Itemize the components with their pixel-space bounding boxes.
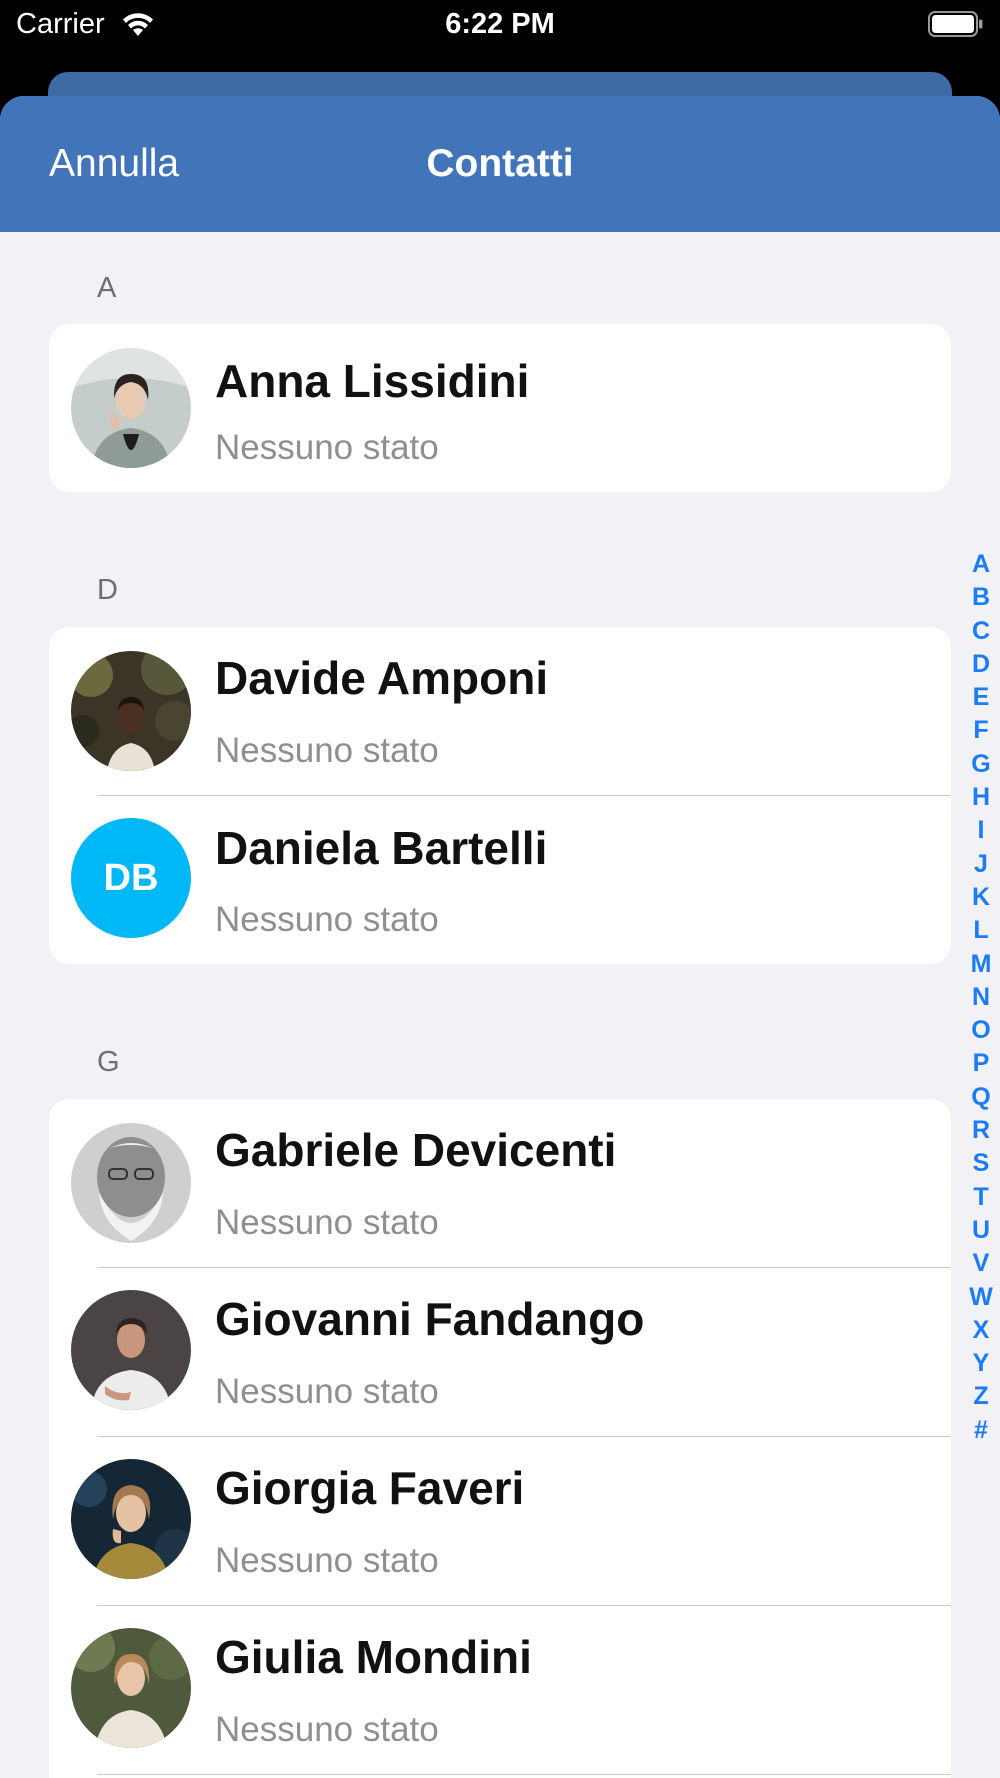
avatar xyxy=(71,348,191,468)
clock: 6:22 PM xyxy=(445,8,555,40)
contact-name: Anna Lissidini xyxy=(215,355,530,407)
index-letter[interactable]: V xyxy=(962,1247,1000,1280)
index-letter[interactable]: K xyxy=(962,881,1000,914)
navigation-bar: Annulla Contatti xyxy=(0,96,1000,232)
contact-name: Giulia Mondini xyxy=(215,1631,532,1683)
section-index[interactable]: A B C D E F G H I J K L M N O P Q R S T U V W X Y Z # xyxy=(962,548,1000,1447)
avatar xyxy=(71,1123,191,1243)
page-title: Contatti xyxy=(426,142,574,185)
contacts-sheet: Annulla Contatti A Anna Lissidini Nessun… xyxy=(0,96,1000,1778)
avatar xyxy=(71,1628,191,1748)
section-card-a: Anna Lissidini Nessuno stato xyxy=(49,324,951,492)
index-letter[interactable]: Z xyxy=(962,1380,1000,1413)
index-letter[interactable]: # xyxy=(962,1414,1000,1447)
index-letter[interactable]: H xyxy=(962,781,1000,814)
index-letter[interactable]: W xyxy=(962,1281,1000,1314)
contact-status: Nessuno stato xyxy=(215,1710,439,1749)
contact-row[interactable]: Davide Amponi Nessuno stato xyxy=(49,627,951,795)
contact-row[interactable]: Gabriele Devicenti Nessuno stato xyxy=(49,1099,951,1267)
section-header-a: A xyxy=(97,272,117,304)
contact-name: Gabriele Devicenti xyxy=(215,1124,617,1176)
index-letter[interactable]: O xyxy=(962,1014,1000,1047)
index-letter[interactable]: L xyxy=(962,914,1000,947)
contact-name: Davide Amponi xyxy=(215,652,549,704)
index-letter[interactable]: B xyxy=(962,581,1000,614)
contact-name: Daniela Bartelli xyxy=(215,822,548,874)
contact-status: Nessuno stato xyxy=(215,1541,439,1580)
section-card-g: Gabriele Devicenti Nessuno stato Giovann… xyxy=(49,1099,951,1778)
index-letter[interactable]: Y xyxy=(962,1347,1000,1380)
index-letter[interactable]: A xyxy=(962,548,1000,581)
index-letter[interactable]: Q xyxy=(962,1081,1000,1114)
avatar xyxy=(71,651,191,771)
status-bar: Carrier 6:22 PM xyxy=(0,0,1000,60)
contact-row[interactable]: Anna Lissidini Nessuno stato xyxy=(49,324,951,492)
avatar xyxy=(71,1459,191,1579)
contact-name: Giovanni Fandango xyxy=(215,1293,645,1345)
index-letter[interactable]: J xyxy=(962,848,1000,881)
index-letter[interactable]: E xyxy=(962,681,1000,714)
contact-row[interactable]: Giovanni Fandango Nessuno stato xyxy=(49,1268,951,1436)
contact-row[interactable]: DB Daniela Bartelli Nessuno stato xyxy=(49,796,951,964)
index-letter[interactable]: D xyxy=(962,648,1000,681)
row-separator xyxy=(97,1774,951,1775)
section-header-d: D xyxy=(97,574,118,606)
index-letter[interactable]: F xyxy=(962,714,1000,747)
index-letter[interactable]: R xyxy=(962,1114,1000,1147)
contact-status: Nessuno stato xyxy=(215,1203,439,1242)
contact-status: Nessuno stato xyxy=(215,731,439,770)
avatar-initials: DB xyxy=(71,818,191,938)
contact-status: Nessuno stato xyxy=(215,900,439,939)
section-card-d: Davide Amponi Nessuno stato DB Daniela B… xyxy=(49,627,951,964)
index-letter[interactable]: G xyxy=(962,748,1000,781)
avatar xyxy=(71,1290,191,1410)
index-letter[interactable]: T xyxy=(962,1181,1000,1214)
index-letter[interactable]: M xyxy=(962,948,1000,981)
index-letter[interactable]: N xyxy=(962,981,1000,1014)
contact-status: Nessuno stato xyxy=(215,428,439,467)
index-letter[interactable]: P xyxy=(962,1047,1000,1080)
contact-status: Nessuno stato xyxy=(215,1372,439,1411)
contact-row[interactable]: Giorgia Faveri Nessuno stato xyxy=(49,1437,951,1605)
section-header-g: G xyxy=(97,1046,120,1078)
battery-icon xyxy=(928,11,984,37)
index-letter[interactable]: C xyxy=(962,615,1000,648)
index-letter[interactable]: U xyxy=(962,1214,1000,1247)
index-letter[interactable]: I xyxy=(962,814,1000,847)
index-letter[interactable]: S xyxy=(962,1147,1000,1180)
index-letter[interactable]: X xyxy=(962,1314,1000,1347)
contact-row[interactable]: Giulia Mondini Nessuno stato xyxy=(49,1606,951,1774)
contact-name: Giorgia Faveri xyxy=(215,1462,525,1514)
